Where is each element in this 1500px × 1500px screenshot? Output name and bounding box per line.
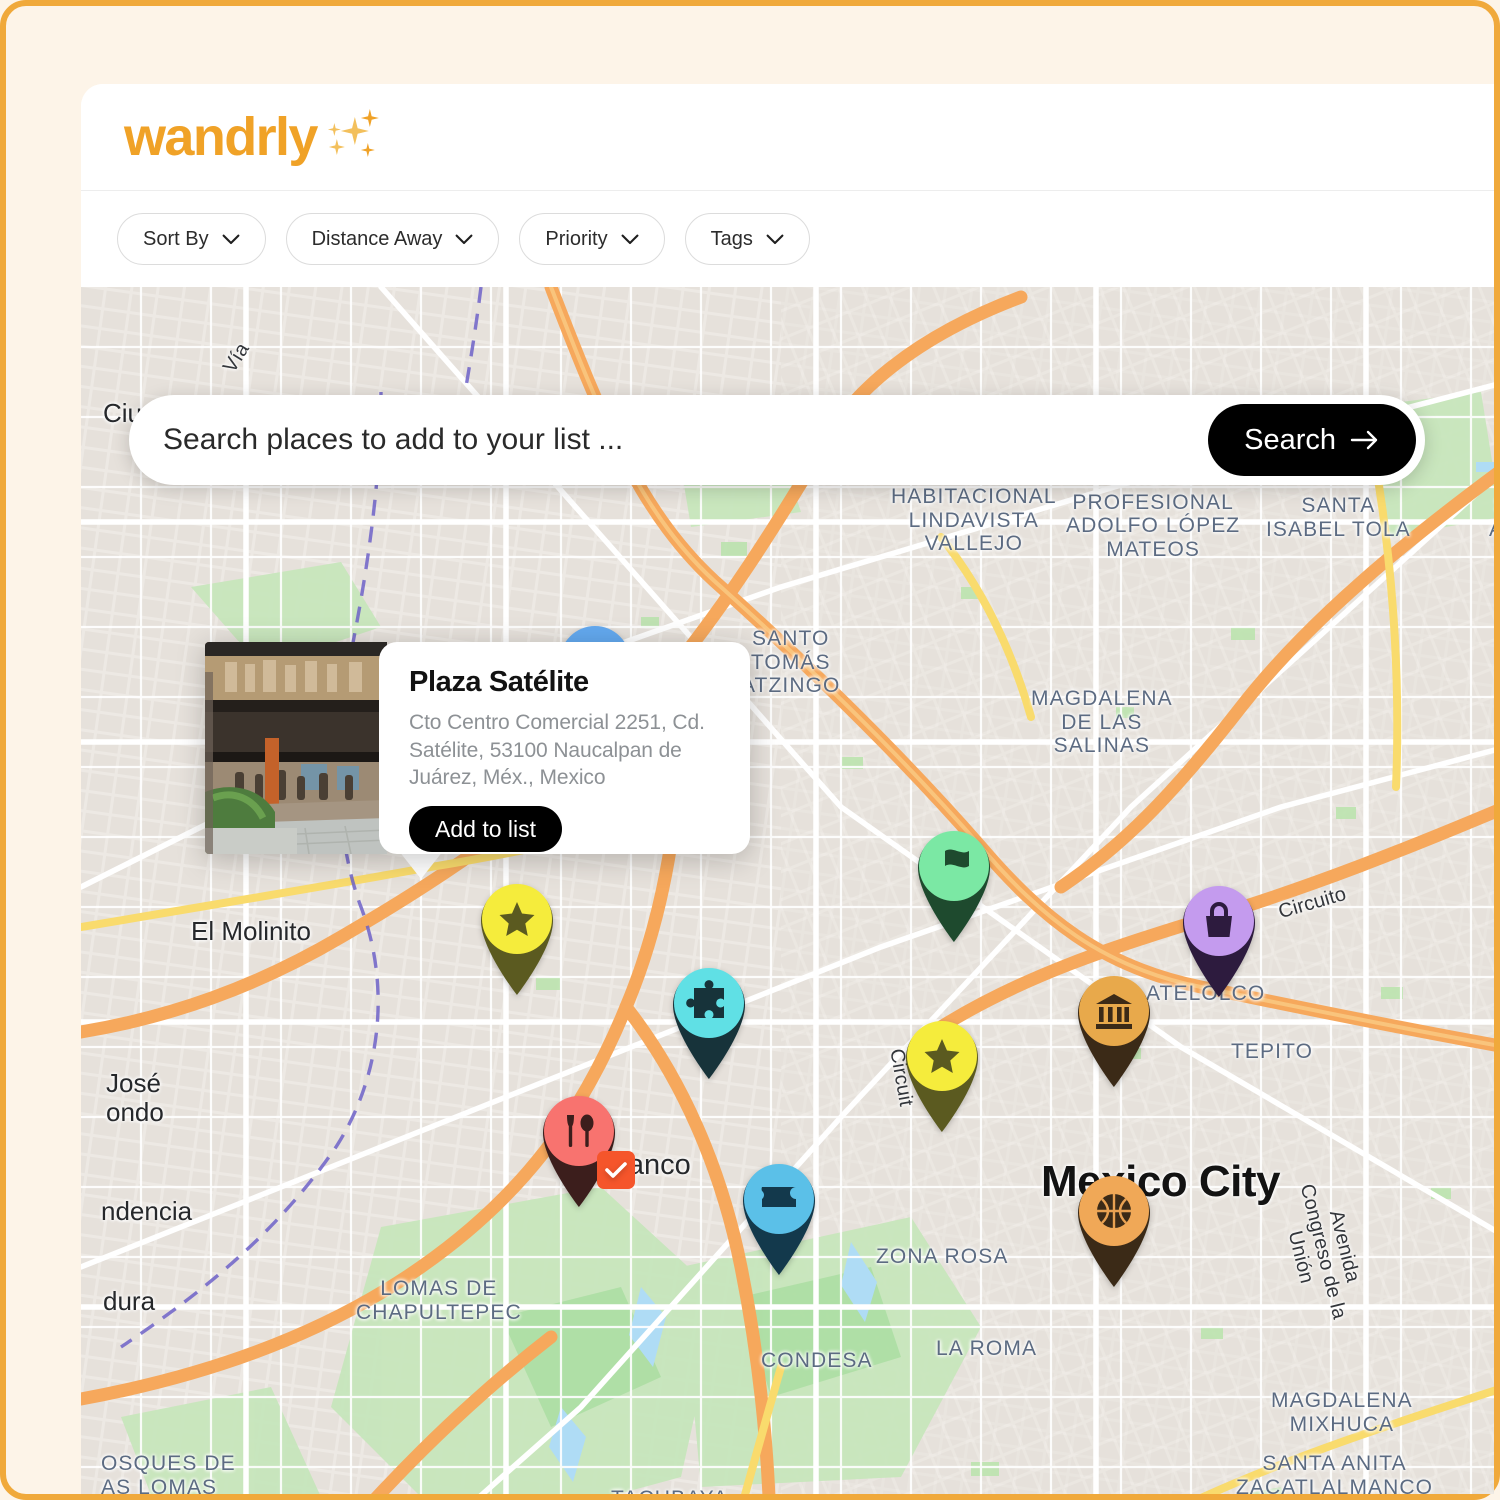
puzzle-icon (673, 968, 745, 1079)
shopping-bag-icon (1183, 886, 1255, 997)
place-address: Cto Centro Comercial 2251, Cd. Satélite,… (409, 711, 705, 790)
chevron-down-icon (222, 234, 240, 244)
chevron-down-icon (621, 234, 639, 244)
basketball-icon (1078, 1176, 1150, 1287)
filter-chip-label: Tags (710, 227, 753, 250)
shopping-pin[interactable] (1171, 877, 1267, 999)
star-pin-2[interactable] (894, 1012, 990, 1134)
star-icon (481, 884, 553, 995)
filter-chip-tags[interactable]: Tags (684, 213, 810, 265)
place-info-panel: Plaza Satélite Cto Centro Comercial 2251… (379, 642, 750, 854)
cutlery-icon (543, 1096, 615, 1207)
add-to-list-button[interactable]: Add to list (409, 806, 562, 853)
flag-pin[interactable] (906, 822, 1002, 944)
filter-chip-distance-away[interactable]: Distance Away (285, 213, 500, 265)
star-pin-1[interactable] (469, 875, 565, 997)
place-popup-card[interactable]: Plaza Satélite Cto Centro Comercial 2251… (205, 642, 750, 854)
check-icon (605, 1162, 627, 1178)
search-bar: Search (129, 395, 1425, 485)
popup-pointer (399, 851, 443, 879)
museum-icon (1078, 976, 1150, 1087)
app-panel: wandrly Sort By Distance Away Priority T… (81, 84, 1494, 1494)
ticket-icon (743, 1164, 815, 1275)
filter-chip-sort-by[interactable]: Sort By (117, 213, 266, 265)
sparkles-icon (327, 109, 383, 165)
search-button[interactable]: Search (1208, 404, 1416, 476)
visited-check-badge (597, 1151, 635, 1189)
ticket-pin[interactable] (731, 1155, 827, 1277)
filter-chip-label: Distance Away (311, 227, 443, 250)
app-frame: wandrly Sort By Distance Away Priority T… (0, 0, 1500, 1500)
search-input[interactable] (163, 423, 1209, 457)
star-icon (906, 1021, 978, 1132)
restaurant-pin[interactable] (531, 1087, 635, 1209)
chevron-down-icon (766, 234, 784, 244)
activity-pin[interactable] (661, 959, 757, 1081)
filter-chip-label: Sort By (143, 227, 209, 250)
chevron-down-icon (455, 234, 473, 244)
search-button-label: Search (1244, 423, 1336, 456)
map-canvas[interactable]: CiuVíaHABITACIONALLINDAVISTAVALLEJOUNIDA… (81, 287, 1494, 1494)
place-thumbnail-image (205, 642, 387, 854)
brand-logo-text: wandrly (124, 107, 318, 167)
museum-pin[interactable] (1066, 967, 1162, 1089)
filter-bar: Sort By Distance Away Priority Tags (81, 191, 1494, 287)
brand-logo[interactable]: wandrly (124, 109, 383, 165)
arrow-right-icon (1350, 430, 1378, 450)
flag-icon (918, 831, 990, 942)
filter-chip-priority[interactable]: Priority (519, 213, 665, 265)
sports-pin[interactable] (1066, 1167, 1162, 1289)
filter-chip-label: Priority (545, 227, 608, 250)
app-header: wandrly (81, 84, 1494, 191)
place-title: Plaza Satélite (409, 666, 589, 698)
